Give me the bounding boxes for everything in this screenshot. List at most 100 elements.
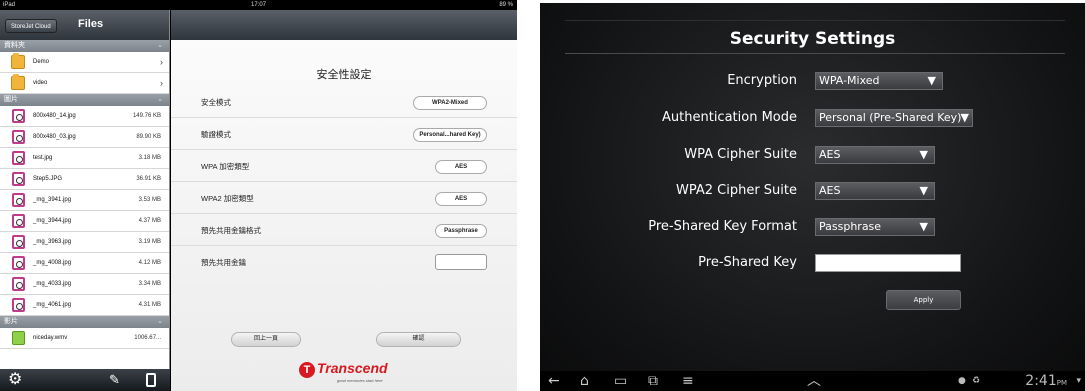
device-icon[interactable] bbox=[146, 373, 156, 387]
select-value: WPA-Mixed bbox=[819, 74, 880, 87]
file-name: _mg_4061.jpg bbox=[33, 302, 72, 308]
section-pictures[interactable]: 圖片 ⌄ bbox=[0, 94, 169, 106]
chevron-right-icon: › bbox=[160, 57, 163, 67]
file-size: 4.31 MB bbox=[138, 302, 161, 308]
panel-title: 安全性設定 bbox=[316, 69, 372, 81]
settings-pane: 安全性設定 安全模式 WPA2-Mixed 驗證模式 Personal...ha… bbox=[171, 10, 517, 391]
image-file-icon bbox=[12, 130, 25, 144]
file-name: _mg_4033.jpg bbox=[33, 281, 72, 287]
auth-mode-label: Authentication Mode bbox=[662, 110, 797, 125]
dropdown-arrow-icon: ▼ bbox=[919, 184, 928, 197]
ios-status-bar: iPad 17:07 89 % bbox=[0, 0, 517, 10]
file-item[interactable]: _mg_3944.jpg 4.37 MB bbox=[0, 211, 169, 232]
auth-mode-select[interactable]: Personal...hared Key) bbox=[413, 128, 487, 142]
psk-input[interactable] bbox=[435, 254, 487, 270]
section-folders[interactable]: 資料夾 ⌄ bbox=[0, 40, 169, 52]
screenshot-icon[interactable]: ⧉ bbox=[648, 371, 658, 391]
wpa2-cipher-select[interactable]: AES ▼ bbox=[815, 182, 935, 200]
file-name: _mg_3963.jpg bbox=[33, 239, 72, 245]
file-item[interactable]: _mg_4008.jpg 4.12 MB bbox=[0, 253, 169, 274]
folder-icon bbox=[11, 53, 25, 69]
encryption-select[interactable]: WPA-Mixed ▼ bbox=[815, 72, 943, 90]
dropdown-arrow-icon: ▼ bbox=[919, 220, 928, 233]
folder-icon bbox=[11, 74, 25, 90]
security-mode-select[interactable]: WPA2-Mixed bbox=[413, 96, 487, 110]
transcend-logo-mark: T bbox=[299, 362, 315, 378]
clock: 2:41PM bbox=[1025, 371, 1067, 391]
android-navigation-bar: ← ⌂ ▭ ⧉ ≡ ︿ ● ♻ 2:41PM ▾ bbox=[540, 371, 1085, 391]
setting-label: WPA2 加密類型 bbox=[201, 194, 254, 203]
file-size: 4.37 MB bbox=[138, 218, 161, 224]
wpa-cipher-select[interactable]: AES ▼ bbox=[815, 146, 935, 164]
panel-divider bbox=[517, 0, 540, 391]
wifi-icon: ▾ bbox=[1076, 376, 1081, 386]
chevron-down-icon: ⌄ bbox=[157, 318, 163, 325]
encryption-label: Encryption bbox=[727, 73, 797, 88]
home-icon[interactable]: ⌂ bbox=[580, 371, 589, 391]
psk-format-select[interactable]: Passphrase bbox=[435, 224, 487, 238]
file-item[interactable]: 800x480_03.jpg 89.90 KB bbox=[0, 127, 169, 148]
sidebar-toolbar: ⚙ ✎ bbox=[0, 369, 170, 391]
divider bbox=[565, 20, 1065, 21]
setting-row-security-mode: 安全模式 WPA2-Mixed bbox=[171, 88, 517, 118]
wpa-cipher-label: WPA Cipher Suite bbox=[684, 147, 797, 162]
dropdown-arrow-icon: ▼ bbox=[960, 111, 969, 124]
file-item[interactable]: _mg_3963.jpg 3.19 MB bbox=[0, 232, 169, 253]
file-name: test.jpg bbox=[33, 155, 53, 161]
setting-label: 預先共用金鑰 bbox=[201, 258, 246, 267]
file-name: niceday.wmv bbox=[33, 335, 68, 341]
file-item[interactable]: Step5.JPG 36.91 KB bbox=[0, 169, 169, 190]
file-name: Step5.JPG bbox=[33, 176, 63, 182]
section-videos[interactable]: 影片 ⌄ bbox=[0, 316, 169, 328]
psk-label: Pre-Shared Key bbox=[698, 255, 797, 270]
psk-format-label: Pre-Shared Key Format bbox=[648, 219, 797, 234]
chevron-up-icon[interactable]: ︿ bbox=[807, 371, 821, 391]
wpa-cipher-select[interactable]: AES bbox=[435, 160, 487, 174]
edit-icon[interactable]: ✎ bbox=[109, 372, 120, 388]
image-file-icon bbox=[12, 277, 25, 291]
confirm-button[interactable]: 確認 bbox=[376, 332, 461, 347]
wpa2-cipher-select[interactable]: AES bbox=[435, 192, 487, 206]
back-button[interactable]: 回上一頁 bbox=[231, 332, 301, 347]
psk-input[interactable] bbox=[815, 254, 961, 272]
android-screenshot: Security Settings Encryption WPA-Mixed ▼ … bbox=[540, 3, 1085, 391]
psk-format-select[interactable]: Passphrase ▼ bbox=[815, 218, 935, 236]
auth-mode-select[interactable]: Personal (Pre-Shared Key) ▼ bbox=[815, 109, 973, 127]
file-size: 3.19 MB bbox=[138, 239, 161, 245]
select-value: Personal (Pre-Shared Key) bbox=[819, 111, 962, 124]
select-value: Passphrase bbox=[819, 220, 882, 233]
gear-icon[interactable]: ⚙ bbox=[8, 371, 22, 389]
image-file-icon bbox=[12, 235, 25, 249]
file-item[interactable]: niceday.wmv 1006.67... bbox=[0, 328, 169, 349]
file-name: 800x480_14.jpg bbox=[33, 113, 76, 119]
clock-ampm: PM bbox=[1056, 379, 1067, 387]
image-file-icon bbox=[12, 151, 25, 165]
wpa2-cipher-label: WPA2 Cipher Suite bbox=[675, 183, 797, 198]
folder-item-video[interactable]: video › bbox=[0, 73, 169, 94]
file-size: 89.90 KB bbox=[136, 134, 161, 140]
clock-time: 2:41 bbox=[1025, 373, 1057, 389]
transcend-logo: T Transcend good memories start here bbox=[299, 358, 409, 388]
recent-apps-icon[interactable]: ▭ bbox=[614, 371, 627, 391]
setting-row-psk-format: 預先共用金鑰格式 Passphrase bbox=[171, 216, 517, 246]
back-arrow-icon[interactable]: ← bbox=[548, 371, 560, 391]
setting-label: 預先共用金鑰格式 bbox=[201, 226, 261, 235]
image-file-icon bbox=[12, 256, 25, 270]
video-file-icon bbox=[12, 331, 25, 345]
chevron-down-icon: ⌄ bbox=[157, 42, 163, 49]
file-size: 3.53 MB bbox=[138, 197, 161, 203]
file-name: _mg_3941.jpg bbox=[33, 197, 72, 203]
menu-icon[interactable]: ≡ bbox=[682, 371, 694, 391]
folder-item-demo[interactable]: Demo › bbox=[0, 52, 169, 73]
security-settings-panel: 安全性設定 安全模式 WPA2-Mixed 驗證模式 Personal...ha… bbox=[171, 40, 517, 391]
image-file-icon bbox=[12, 172, 25, 186]
apply-button[interactable]: Apply bbox=[886, 290, 961, 310]
file-item[interactable]: _mg_4061.jpg 4.31 MB bbox=[0, 295, 169, 316]
file-name: _mg_3944.jpg bbox=[33, 218, 72, 224]
setting-row-wpa2-cipher: WPA2 加密類型 AES bbox=[171, 184, 517, 214]
file-item[interactable]: test.jpg 3.18 MB bbox=[0, 148, 169, 169]
file-item[interactable]: 800x480_14.jpg 149.76 KB bbox=[0, 106, 169, 127]
storejet-cloud-button[interactable]: StoreJet Cloud bbox=[5, 19, 57, 33]
file-item[interactable]: _mg_4033.jpg 3.34 MB bbox=[0, 274, 169, 295]
file-item[interactable]: _mg_3941.jpg 3.53 MB bbox=[0, 190, 169, 211]
